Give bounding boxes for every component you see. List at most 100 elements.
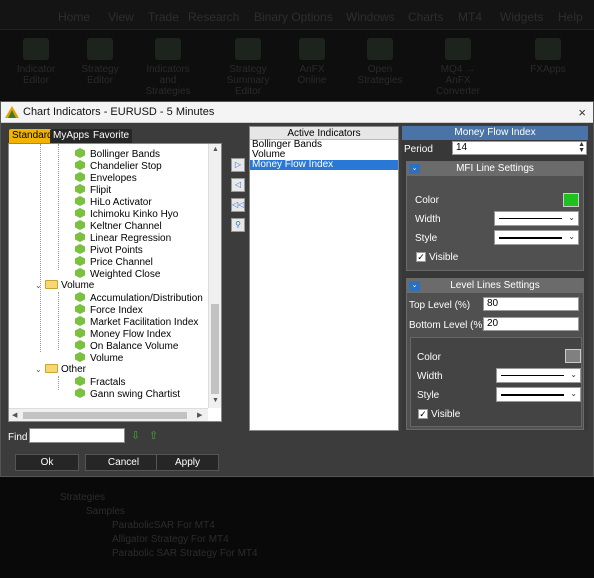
tree-item[interactable]: Envelopes [75, 172, 137, 184]
tree-item[interactable]: Ichimoku Kinko Hyo [75, 208, 178, 220]
tree-item[interactable]: Accumulation/Distribution [75, 292, 203, 304]
bg-menu-help: Help [558, 10, 583, 24]
find-previous-icon[interactable]: ⇧ [149, 429, 158, 442]
mfi-color-label: Color [415, 195, 439, 206]
tree-item[interactable]: Price Channel [75, 256, 153, 268]
close-icon[interactable]: × [578, 105, 586, 120]
arrow-right-icon: ▷ [234, 160, 242, 169]
tree-item[interactable]: Gann swing Chartist [75, 388, 180, 400]
tab-standard[interactable]: Standard [9, 129, 56, 143]
level-style-dropdown[interactable]: ⌄ [496, 387, 581, 402]
chevron-down-icon: ⌄ [570, 370, 577, 379]
dialog-titlebar[interactable]: Chart Indicators - EURUSD - 5 Minutes × [1, 102, 593, 123]
scroll-right-icon[interactable]: ▶ [197, 411, 202, 419]
tree-item[interactable]: Force Index [75, 304, 143, 316]
bg-menu-windows: Windows [346, 10, 395, 24]
find-input[interactable] [29, 428, 125, 443]
indicator-tree: Bollinger Bands Chandelier Stop Envelope… [9, 144, 208, 408]
tree-item[interactable]: Market Facilitation Index [75, 316, 198, 328]
scroll-down-icon[interactable]: ▼ [212, 397, 219, 404]
bg-menu-widgets: Widgets [500, 10, 544, 24]
bg-menu-home: Home [58, 10, 91, 24]
indicator-tree-panel: Bollinger Bands Chandelier Stop Envelope… [8, 143, 222, 422]
tree-folder-volume[interactable]: ⌄ Volume [35, 280, 94, 292]
dialog-title: Chart Indicators - EURUSD - 5 Minutes [23, 106, 215, 118]
mfi-color-swatch[interactable] [563, 193, 579, 207]
apply-button[interactable]: Apply [156, 454, 219, 471]
scroll-left-icon[interactable]: ◀ [12, 411, 17, 419]
scroll-up-icon[interactable]: ▲ [212, 146, 219, 153]
tree-vertical-scrollbar[interactable]: ▲ ▼ [208, 144, 221, 408]
tab-myapps[interactable]: MyApps [50, 129, 93, 143]
ribbon-icon [235, 38, 261, 60]
tree-item[interactable]: Keltner Channel [75, 220, 162, 232]
tree-item[interactable]: Flipit [75, 184, 111, 196]
tree-item[interactable]: Linear Regression [75, 232, 171, 244]
arrow-left-icon: ◁ [234, 180, 242, 189]
bottom-level-input[interactable]: 20 [483, 317, 579, 331]
find-next-icon[interactable]: ⇩ [131, 429, 140, 442]
indicator-icon [75, 244, 85, 254]
indicator-icon [75, 208, 85, 218]
tree-item[interactable]: Chandelier Stop [75, 160, 162, 172]
chevron-down-icon[interactable]: ⌄ [35, 364, 45, 376]
level-width-dropdown[interactable]: ⌄ [496, 368, 581, 383]
bg-menu-binary: Binary Options [254, 10, 333, 24]
remove-indicator-button[interactable]: ◁ [231, 178, 245, 192]
tree-guide [58, 376, 59, 390]
ribbon-icon [87, 38, 113, 60]
mfi-visible-checkbox[interactable]: ✓ [416, 252, 426, 262]
tree-item[interactable]: Money Flow Index [75, 328, 171, 340]
scroll-thumb[interactable] [23, 412, 187, 419]
indicator-icon [75, 196, 85, 206]
chevron-down-icon[interactable]: ⌄ [35, 280, 45, 292]
tree-item[interactable]: Weighted Close [75, 268, 160, 280]
tab-favorite[interactable]: Favorite [90, 129, 133, 143]
indicator-icon [75, 184, 85, 194]
bg-menu-view: View [108, 10, 134, 24]
add-indicator-button[interactable]: ▷ [231, 158, 245, 172]
period-input[interactable]: 14 ▲ ▼ [452, 141, 587, 155]
chevron-down-icon: ⌄ [570, 389, 577, 398]
bg-tree-item: Parabolic SAR Strategy For MT4 [112, 548, 258, 559]
tree-item[interactable]: Pivot Points [75, 244, 143, 256]
spinner-icon[interactable]: ▲ ▼ [578, 141, 585, 154]
tree-item[interactable]: Bollinger Bands [75, 148, 160, 160]
ok-button[interactable]: Ok [15, 454, 79, 471]
collapse-icon[interactable]: ⌄ [409, 281, 420, 291]
active-indicator-item-selected[interactable]: Money Flow Index [250, 160, 398, 170]
scroll-thumb[interactable] [211, 304, 219, 394]
level-color-swatch[interactable] [565, 349, 581, 363]
tree-folder-other[interactable]: ⌄ Other [35, 364, 86, 376]
level-lines-style-box: Color Width ⌄ Style ⌄ ✓ Visible [410, 337, 582, 427]
indicator-icon [75, 256, 85, 266]
indicator-icon [75, 172, 85, 182]
top-level-input[interactable]: 80 [483, 297, 579, 311]
chevron-down-icon: ⌄ [568, 213, 575, 222]
mfi-width-dropdown[interactable]: ⌄ [494, 211, 579, 226]
period-label: Period [404, 144, 433, 155]
collapse-icon[interactable]: ⌄ [409, 164, 420, 174]
bg-ribbon-item: AnFX Online [284, 38, 340, 86]
cancel-button[interactable]: Cancel [85, 454, 162, 471]
level-visible-checkbox[interactable]: ✓ [418, 409, 428, 419]
ribbon-icon [535, 38, 561, 60]
tree-item[interactable]: Volume [75, 352, 123, 364]
folder-icon [45, 280, 58, 289]
search-indicator-button[interactable]: ⚲ [231, 218, 245, 232]
tree-guide [40, 144, 41, 352]
magnifier-icon: ⚲ [235, 220, 241, 229]
find-label: Find [8, 432, 28, 443]
tree-item[interactable]: HiLo Activator [75, 196, 152, 208]
mfi-style-dropdown[interactable]: ⌄ [494, 230, 579, 245]
bg-tree-item: Strategies [60, 492, 106, 503]
bg-ribbon-item: Open Strategies [352, 38, 408, 86]
remove-all-button[interactable]: ◁◁ [231, 198, 245, 212]
bg-tree-item: ParabolicSAR For MT4 [112, 520, 215, 531]
tree-item[interactable]: On Balance Volume [75, 340, 178, 352]
ribbon-icon [367, 38, 393, 60]
indicator-icon [75, 232, 85, 242]
indicator-icon [75, 328, 85, 338]
tree-item[interactable]: Fractals [75, 376, 126, 388]
tree-horizontal-scrollbar[interactable]: ◀ ▶ [9, 408, 208, 421]
